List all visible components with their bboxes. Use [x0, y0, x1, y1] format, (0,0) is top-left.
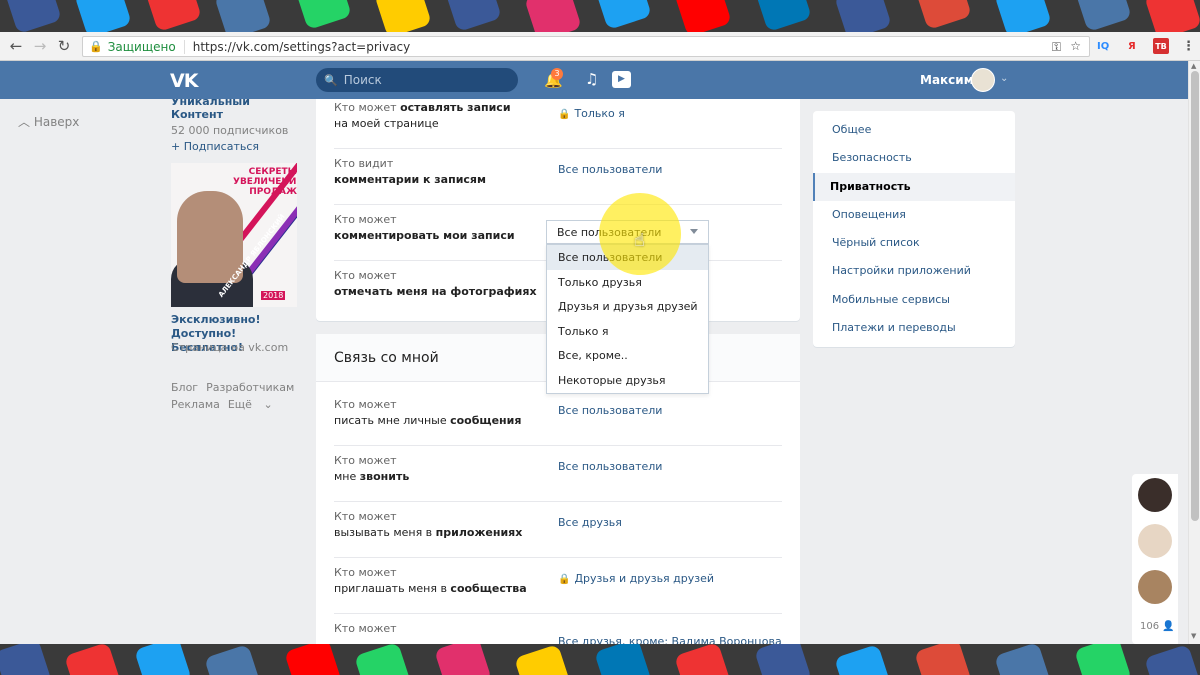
- ads-link[interactable]: Реклама: [171, 398, 220, 411]
- setting-value[interactable]: Все пользователи: [558, 404, 662, 417]
- video-play-icon[interactable]: ▶: [612, 71, 631, 88]
- ad-subtitle: Страница на vk.com: [171, 341, 289, 354]
- settings-menu: Общее Безопасность Приватность Оповещени…: [813, 111, 1015, 347]
- page-scrollbar[interactable]: ▲ ▼: [1188, 61, 1200, 644]
- arrow-right-icon[interactable]: →: [28, 37, 52, 55]
- setting-row: Кто может приглашать меня в сообщества 🔒 Д…: [334, 558, 782, 614]
- secure-label: Защищено: [108, 39, 185, 54]
- chevron-up-icon: ︿: [18, 115, 31, 129]
- setting-row: Кто видит комментарии к записям Все польз…: [334, 149, 782, 205]
- scroll-up-arrow-icon[interactable]: ▲: [1191, 62, 1196, 70]
- scroll-down-arrow-icon[interactable]: ▼: [1191, 632, 1196, 640]
- arrow-left-icon[interactable]: ←: [4, 37, 28, 55]
- menu-item-mobile[interactable]: Мобильные сервисы: [813, 286, 1015, 314]
- more-link[interactable]: Ещё ⌄: [228, 398, 273, 411]
- lock-icon: 🔒: [558, 109, 571, 120]
- dropdown-option[interactable]: Друзья и друзья друзей: [547, 294, 708, 319]
- left-column: Уникальный Контент 52 000 подписчиков + …: [171, 99, 301, 153]
- lock-icon: 🔒: [89, 40, 103, 53]
- key-icon[interactable]: ⚿: [1052, 40, 1061, 55]
- setting-value[interactable]: 🔒 Друзья и друзья друзей: [558, 572, 714, 585]
- background-collage-top: [0, 0, 1200, 32]
- dropdown-option[interactable]: Некоторые друзья: [547, 368, 708, 393]
- hand-cursor-icon: ☝: [634, 230, 645, 251]
- menu-item-payments[interactable]: Платежи и переводы: [813, 314, 1015, 342]
- friend-avatar[interactable]: [1138, 524, 1172, 558]
- search-icon: 🔍: [324, 73, 338, 87]
- address-bar[interactable]: 🔒 Защищено https://vk.com/settings?act=p…: [82, 36, 1090, 57]
- setting-row: Кто может вызывать меня в приложениях Все…: [334, 502, 782, 558]
- friends-count[interactable]: 106 👤: [1140, 621, 1175, 632]
- search-placeholder: Поиск: [343, 73, 382, 87]
- footer-links: Блог Разработчикам Реклама Ещё ⌄: [171, 379, 302, 413]
- extension-yandex-icon[interactable]: Я: [1128, 38, 1136, 54]
- lock-icon: 🔒: [558, 574, 571, 585]
- menu-item-security[interactable]: Безопасность: [813, 144, 1015, 172]
- music-icon[interactable]: ♫: [585, 70, 598, 88]
- page-content: ︿ Наверх Уникальный Контент 52 000 подпи…: [0, 99, 1188, 644]
- user-name[interactable]: Максим: [920, 73, 974, 87]
- scrollbar-thumb[interactable]: [1191, 71, 1199, 521]
- scroll-up-link[interactable]: ︿ Наверх: [18, 113, 79, 130]
- developers-link[interactable]: Разработчикам: [206, 381, 294, 394]
- group-subscribers: 52 000 подписчиков: [171, 124, 289, 137]
- friend-avatar[interactable]: [1138, 478, 1172, 512]
- dropdown-arrow-icon: [690, 229, 698, 234]
- ad-image-heading: СЕКРЕТЫ УВЕЛИЧЕНИЯ ПРОДАЖ: [233, 167, 297, 197]
- blog-link[interactable]: Блог: [171, 381, 198, 394]
- vk-logo[interactable]: VK: [170, 70, 198, 92]
- dropdown-option[interactable]: Только я: [547, 319, 708, 344]
- menu-item-privacy[interactable]: Приватность: [813, 172, 1015, 201]
- search-input[interactable]: 🔍 Поиск: [316, 68, 518, 92]
- friends-online-panel: 106 👤: [1132, 474, 1178, 644]
- vk-header: VK 🔍 Поиск 🔔 3 ♫ ▶ Максим ⌄: [0, 61, 1188, 99]
- dropdown-option[interactable]: Все, кроме..: [547, 343, 708, 368]
- url-text[interactable]: https://vk.com/settings?act=privacy: [193, 40, 411, 54]
- menu-item-general[interactable]: Общее: [813, 116, 1015, 144]
- friend-avatar[interactable]: [1138, 570, 1172, 604]
- reload-icon[interactable]: ↻: [52, 37, 76, 55]
- chevron-down-icon[interactable]: ⌄: [1000, 73, 1008, 84]
- background-collage-bottom: [0, 644, 1200, 675]
- setting-row: Кто может писать мне личные сообщения Все…: [334, 390, 782, 446]
- extension-tv-icon[interactable]: ТВ: [1153, 38, 1169, 54]
- setting-row: Кто может Все друзья, кроме: Вадима Воро…: [334, 614, 782, 644]
- ad-image[interactable]: СЕКРЕТЫ УВЕЛИЧЕНИЯ ПРОДАЖ АЛЕКСАНДР ЯБЛО…: [171, 163, 297, 307]
- subscribe-button[interactable]: + Подписаться: [171, 140, 301, 153]
- ad-image-year: 2018: [261, 291, 286, 300]
- star-icon[interactable]: ☆: [1070, 39, 1081, 53]
- setting-value[interactable]: Все друзья: [558, 516, 622, 529]
- avatar[interactable]: [971, 68, 995, 92]
- setting-row: Кто может мне звонить Все пользователи: [334, 446, 782, 502]
- menu-item-notifications[interactable]: Оповещения: [813, 201, 1015, 229]
- browser-toolbar: ← → ↻ 🔒 Защищено https://vk.com/settings…: [0, 32, 1200, 61]
- extension-iq-icon[interactable]: IQ: [1097, 38, 1109, 54]
- user-icon: 👤: [1162, 621, 1175, 632]
- setting-row: Кто может оставлять записи на моей страни…: [334, 99, 782, 149]
- kebab-menu-icon[interactable]: ⋮: [1182, 38, 1195, 54]
- menu-item-blacklist[interactable]: Чёрный список: [813, 229, 1015, 257]
- notification-badge: 3: [551, 68, 563, 80]
- setting-value[interactable]: Все пользователи: [558, 460, 662, 473]
- setting-value[interactable]: Все пользователи: [558, 163, 662, 176]
- setting-value[interactable]: 🔒 Только я: [558, 107, 625, 120]
- setting-value[interactable]: Все друзья, кроме: Вадима Воронцова: [558, 635, 782, 644]
- group-title[interactable]: Уникальный Контент: [171, 99, 301, 121]
- menu-item-app-settings[interactable]: Настройки приложений: [813, 257, 1015, 285]
